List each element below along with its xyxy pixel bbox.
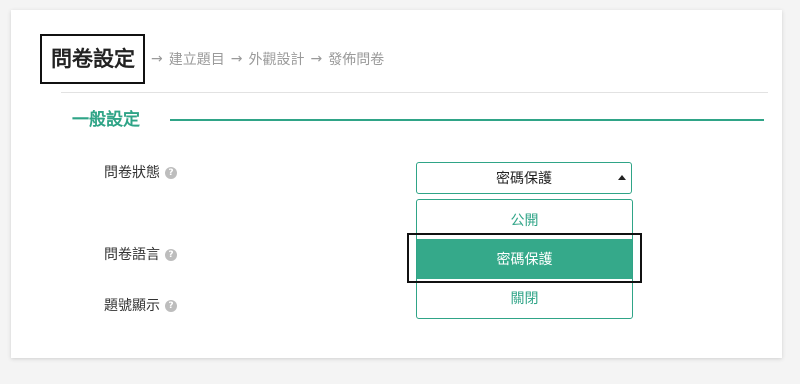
field-label-text: 題號顯示 — [104, 298, 160, 314]
section-title-rule — [170, 119, 764, 121]
caret-up-icon — [618, 175, 626, 180]
field-label-text: 問卷語言 — [104, 247, 160, 263]
step-build-questions[interactable]: 建立題目 — [169, 49, 225, 69]
step-arrow-icon: → — [230, 51, 243, 67]
help-icon[interactable]: ? — [165, 167, 177, 179]
section-title-general: 一般設定 — [72, 110, 140, 130]
step-arrow-icon: → — [310, 51, 323, 67]
step-arrow-icon: → — [151, 51, 163, 67]
header-divider — [61, 92, 768, 93]
step-publish-survey[interactable]: 發佈問卷 — [328, 49, 384, 69]
field-label-text: 問卷狀態 — [104, 165, 160, 181]
step-breadcrumb: 問卷設定 → 建立題目 → 外觀設計 → 發佈問卷 — [40, 34, 384, 84]
help-icon[interactable]: ? — [165, 249, 177, 261]
help-icon[interactable]: ? — [165, 300, 177, 312]
field-label-question-numbering: 題號顯示 ? — [104, 296, 177, 316]
select-value: 密碼保護 — [496, 171, 552, 187]
field-label-survey-status: 問卷狀態 ? — [104, 163, 177, 183]
option-closed[interactable]: 關閉 — [417, 278, 632, 318]
step-current-survey-settings: 問卷設定 — [40, 34, 145, 84]
step-appearance-design[interactable]: 外觀設計 — [248, 49, 304, 69]
field-label-survey-language: 問卷語言 ? — [104, 245, 177, 265]
selection-highlight-frame — [407, 233, 642, 283]
survey-status-select[interactable]: 密碼保護 — [416, 162, 632, 194]
